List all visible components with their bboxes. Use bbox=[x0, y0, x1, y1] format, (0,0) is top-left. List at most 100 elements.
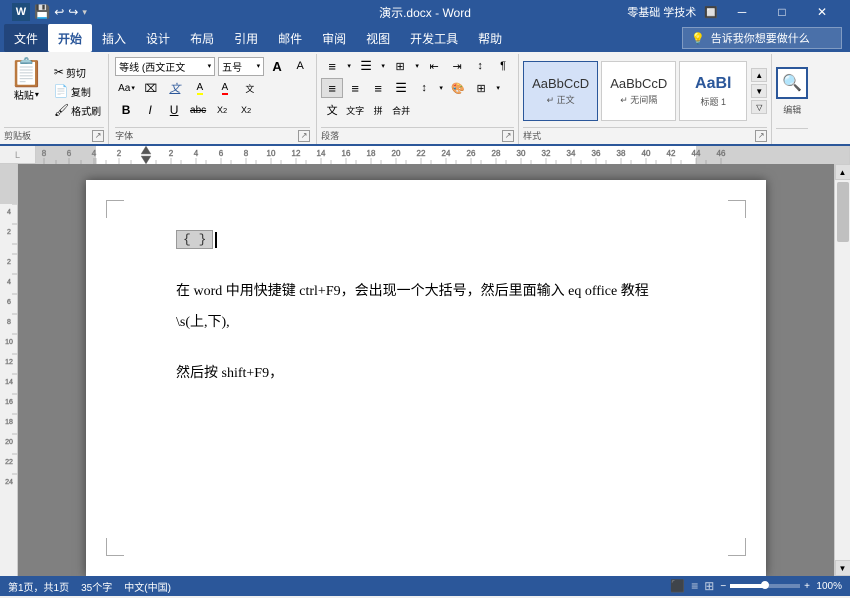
subscript-btn[interactable]: X2 bbox=[211, 100, 233, 120]
tell-me-search[interactable]: 💡 告诉我你想要做什么 bbox=[682, 27, 842, 49]
word-count[interactable]: 35个字 bbox=[81, 579, 112, 594]
combine-char-btn[interactable]: 合并 bbox=[390, 100, 412, 120]
menu-item-developer[interactable]: 开发工具 bbox=[400, 24, 468, 52]
style-normal[interactable]: AaBbCcD ↵ 正文 bbox=[523, 61, 598, 121]
svg-text:8: 8 bbox=[7, 319, 11, 326]
svg-text:10: 10 bbox=[267, 149, 276, 158]
bullets-btn[interactable]: ≡ bbox=[321, 56, 343, 76]
strikethrough-btn[interactable]: abc bbox=[187, 100, 209, 120]
document-canvas[interactable]: { } 在 word 中用快捷键 ctrl+F9，会出现一个大括号，然后里面输入… bbox=[18, 164, 834, 576]
styles-section-label: 样式 bbox=[523, 129, 541, 142]
scroll-up-btn[interactable]: ▲ bbox=[835, 164, 850, 180]
bold-btn[interactable]: B bbox=[115, 100, 137, 120]
styles-scroll-down[interactable]: ▼ bbox=[751, 84, 767, 98]
svg-text:36: 36 bbox=[592, 149, 601, 158]
cut-button[interactable]: ✂剪切 bbox=[51, 64, 104, 81]
sort-btn[interactable]: ↕ bbox=[469, 56, 491, 76]
chinese-layout-btn[interactable]: 文 bbox=[321, 100, 343, 120]
font-dialog-launcher[interactable]: ↗ bbox=[298, 130, 310, 142]
change-case-btn[interactable]: Aa▾ bbox=[115, 82, 138, 95]
svg-text:4: 4 bbox=[194, 149, 199, 158]
phon-btn[interactable]: 拼 bbox=[367, 100, 389, 120]
redo-quick-btn[interactable]: ↪ bbox=[68, 5, 78, 19]
zoom-out-btn[interactable]: − bbox=[720, 581, 726, 592]
border-dropdown[interactable]: ▾ bbox=[493, 78, 503, 98]
outline-view-btn[interactable]: ⊞ bbox=[704, 579, 714, 593]
align-left-btn[interactable]: ≡ bbox=[321, 78, 343, 98]
menu-item-insert[interactable]: 插入 bbox=[92, 24, 136, 52]
styles-expand[interactable]: ▽ bbox=[751, 100, 767, 114]
increase-indent-btn[interactable]: ⇥ bbox=[446, 56, 468, 76]
char-spacing-btn[interactable]: 文 bbox=[239, 78, 261, 98]
menu-item-view[interactable]: 视图 bbox=[356, 24, 400, 52]
format-painter-button[interactable]: 🖌格式刷 bbox=[51, 102, 104, 119]
border-btn[interactable]: ⊞ bbox=[470, 78, 492, 98]
svg-text:24: 24 bbox=[442, 149, 451, 158]
numbering-dropdown[interactable]: ▾ bbox=[378, 56, 388, 76]
undo-quick-btn[interactable]: ↩ bbox=[54, 5, 64, 19]
menu-item-file[interactable]: 文件 bbox=[4, 24, 48, 52]
scroll-down-btn[interactable]: ▼ bbox=[835, 560, 850, 576]
style-no-spacing[interactable]: AaBbCcD ↵ 无间隔 bbox=[601, 61, 676, 121]
menu-item-design[interactable]: 设计 bbox=[136, 24, 180, 52]
clipboard-dialog-launcher[interactable]: ↗ bbox=[92, 130, 104, 142]
bullets-dropdown[interactable]: ▾ bbox=[344, 56, 354, 76]
clear-format-btn[interactable]: ⌧ bbox=[141, 78, 161, 98]
copy-button[interactable]: 📄复制 bbox=[51, 83, 104, 100]
paste-button[interactable]: 📋 粘贴▾ bbox=[4, 56, 49, 126]
font-name-select[interactable]: 等线 (西文正文 ▾ bbox=[115, 57, 215, 76]
quick-access-more-btn[interactable]: ▾ bbox=[82, 7, 87, 18]
restore-btn[interactable]: □ bbox=[766, 0, 798, 24]
justify-btn[interactable]: ☰ bbox=[390, 78, 412, 98]
highlight-color-btn[interactable]: A bbox=[189, 78, 211, 98]
menu-item-mailings[interactable]: 邮件 bbox=[268, 24, 312, 52]
decrease-indent-btn[interactable]: ⇤ bbox=[423, 56, 445, 76]
paragraph-dialog-launcher[interactable]: ↗ bbox=[502, 130, 514, 142]
show-marks-btn[interactable]: ¶ bbox=[492, 56, 514, 76]
superscript-btn[interactable]: X2 bbox=[235, 100, 257, 120]
zoom-slider[interactable] bbox=[730, 584, 800, 588]
close-btn[interactable]: ✕ bbox=[806, 0, 838, 24]
styles-dialog-launcher[interactable]: ↗ bbox=[755, 130, 767, 142]
save-quick-btn[interactable]: 💾 bbox=[34, 4, 50, 20]
align-center-btn[interactable]: ≡ bbox=[344, 78, 366, 98]
numbering-btn[interactable]: ☰ bbox=[355, 56, 377, 76]
multilevel-btn[interactable]: ⊞ bbox=[389, 56, 411, 76]
font-color-btn[interactable]: A bbox=[214, 78, 236, 98]
language[interactable]: 中文(中国) bbox=[124, 579, 171, 594]
italic-btn[interactable]: I bbox=[139, 100, 161, 120]
line-spacing-btn[interactable]: ↕ bbox=[413, 78, 435, 98]
svg-text:14: 14 bbox=[317, 149, 326, 158]
underline-btn[interactable]: U bbox=[163, 100, 185, 120]
shading-btn[interactable]: 🎨 bbox=[447, 78, 469, 98]
wenzige-btn[interactable]: 文字 bbox=[344, 100, 366, 120]
menu-item-help[interactable]: 帮助 bbox=[468, 24, 512, 52]
menu-item-layout[interactable]: 布局 bbox=[180, 24, 224, 52]
print-layout-view-btn[interactable]: ⬛ bbox=[670, 579, 685, 593]
multilevel-dropdown[interactable]: ▾ bbox=[412, 56, 422, 76]
style-heading1[interactable]: AaBl 标题 1 bbox=[679, 61, 747, 121]
menu-item-references[interactable]: 引用 bbox=[224, 24, 268, 52]
font-shrink-btn[interactable]: A bbox=[290, 56, 310, 76]
search-btn[interactable]: 🔍 bbox=[776, 67, 808, 99]
vertical-scrollbar[interactable]: ▲ ▼ bbox=[834, 164, 850, 576]
styles-section: AaBbCcD ↵ 正文 AaBbCcD ↵ 无间隔 AaBl 标题 1 ▲ ▼… bbox=[519, 54, 772, 144]
zoom-in-btn[interactable]: + bbox=[804, 581, 810, 592]
minimize-btn[interactable]: ─ bbox=[726, 0, 758, 24]
ruler-corner[interactable]: L bbox=[0, 146, 36, 163]
svg-text:44: 44 bbox=[692, 149, 701, 158]
align-right-btn[interactable]: ≡ bbox=[367, 78, 389, 98]
text-effect-btn[interactable]: 文 bbox=[164, 78, 186, 98]
document-title: 演示.docx - Word bbox=[379, 6, 471, 20]
zoom-level[interactable]: 100% bbox=[814, 581, 842, 592]
corner-tr bbox=[728, 200, 746, 218]
scroll-thumb[interactable] bbox=[837, 182, 849, 242]
menu-item-review[interactable]: 审阅 bbox=[312, 24, 356, 52]
page-count[interactable]: 第1页，共1页 bbox=[8, 579, 69, 594]
font-size-select[interactable]: 五号▾ bbox=[218, 57, 264, 76]
font-grow-btn[interactable]: A bbox=[267, 56, 287, 76]
menu-item-home[interactable]: 开始 bbox=[48, 24, 92, 52]
web-layout-view-btn[interactable]: ≡ bbox=[691, 579, 698, 593]
line-spacing-dropdown[interactable]: ▾ bbox=[436, 78, 446, 98]
styles-scroll-up[interactable]: ▲ bbox=[751, 68, 767, 82]
